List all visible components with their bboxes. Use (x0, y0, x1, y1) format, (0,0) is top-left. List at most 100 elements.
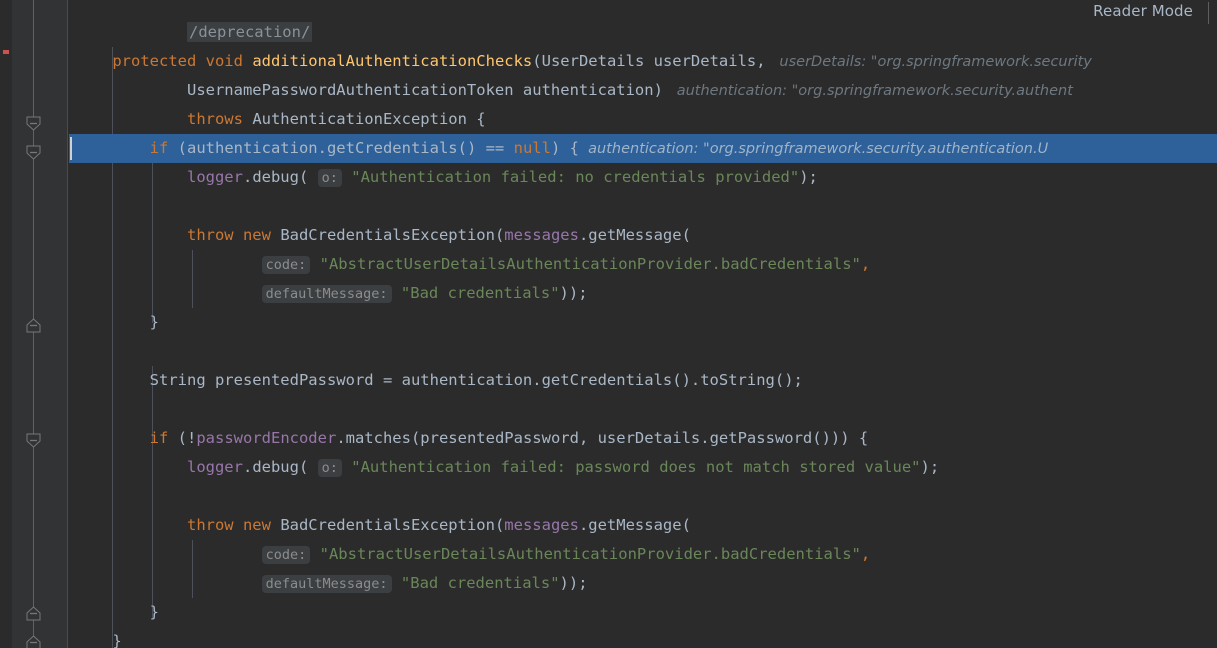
code-line-content: protected void additionalAuthenticationC… (69, 47, 766, 76)
code-token: ) { (550, 139, 579, 157)
editor-gutter[interactable] (12, 0, 68, 648)
fold-open-icon[interactable] (26, 145, 41, 160)
inlay-value-hint[interactable]: authentication: "org.springframework.sec… (663, 83, 1073, 99)
code-line[interactable]: code: "AbstractUserDetailsAuthentication… (69, 540, 1217, 569)
code-line[interactable] (69, 482, 1217, 511)
code-token: /deprecation/ (186, 22, 313, 42)
code-line-content: } (69, 627, 122, 648)
code-token: "Bad credentials" (400, 574, 560, 592)
code-token: UserDetails userDetails, (541, 52, 766, 70)
reader-mode-label[interactable]: Reader Mode (1093, 2, 1193, 20)
code-token: additionalAuthenticationChecks (252, 52, 533, 70)
code-token: "Authentication failed: no credentials p… (351, 168, 800, 186)
inlay-parameter-chip[interactable]: defaultMessage: (261, 285, 392, 303)
code-token: (! (177, 429, 197, 447)
code-line[interactable]: } (69, 598, 1217, 627)
code-line[interactable]: code: "AbstractUserDetailsAuthentication… (69, 250, 1217, 279)
code-token: (authentication.getCredentials() == (177, 139, 514, 157)
code-editor-window: /deprecation/ protected void additionalA… (0, 0, 1217, 648)
code-line-content: } (69, 308, 159, 337)
code-line[interactable]: defaultMessage: "Bad credentials")); (69, 279, 1217, 308)
code-token: logger (186, 458, 243, 476)
code-line[interactable]: logger.debug( o: "Authentication failed:… (69, 453, 1217, 482)
code-line[interactable]: } (69, 627, 1217, 648)
fold-close-icon[interactable] (26, 318, 41, 333)
code-line[interactable]: throws AuthenticationException { (69, 105, 1217, 134)
inlay-parameter-chip[interactable]: o: (317, 169, 342, 187)
code-token: if (149, 429, 178, 447)
code-line-content: logger.debug( o: "Authentication failed:… (69, 163, 818, 193)
code-line[interactable]: logger.debug( o: "Authentication failed:… (69, 163, 1217, 192)
code-line[interactable] (69, 395, 1217, 424)
fold-close-icon[interactable] (26, 606, 41, 621)
code-line[interactable] (69, 337, 1217, 366)
code-token: .debug( (242, 458, 309, 476)
inlay-value-hint[interactable]: userDetails: "org.springframework.securi… (766, 54, 1091, 70)
inlay-parameter-chip[interactable]: code: (261, 256, 311, 274)
code-token: )); (559, 284, 588, 302)
code-token: AuthenticationException { (252, 110, 486, 128)
code-token: throw new (186, 226, 281, 244)
code-token: passwordEncoder (196, 429, 337, 447)
code-line-content: if (authentication.getCredentials() == n… (69, 134, 579, 163)
code-line[interactable]: throw new BadCredentialsException(messag… (69, 511, 1217, 540)
fold-open-icon[interactable] (26, 433, 41, 448)
code-line[interactable]: throw new BadCredentialsException(messag… (69, 221, 1217, 250)
inlay-parameter-chip[interactable]: code: (261, 546, 311, 564)
code-token: } (75, 632, 122, 648)
code-line-content: defaultMessage: "Bad credentials")); (69, 279, 588, 309)
code-token: null (513, 139, 551, 157)
code-line-content: throw new BadCredentialsException(messag… (69, 511, 691, 540)
inlay-parameter-chip[interactable]: defaultMessage: (261, 575, 392, 593)
code-token: , (860, 545, 871, 563)
code-token: "AbstractUserDetailsAuthenticationProvid… (319, 545, 861, 563)
code-line[interactable]: if (!passwordEncoder.matches(presentedPa… (69, 424, 1217, 453)
code-token: .getMessage( (578, 516, 691, 534)
inlay-parameter-chip[interactable]: o: (317, 459, 342, 477)
code-token: } (75, 313, 159, 331)
code-line-content: } (69, 598, 159, 627)
code-line[interactable]: } (69, 308, 1217, 337)
code-token: "Bad credentials" (400, 284, 560, 302)
code-line[interactable]: defaultMessage: "Bad credentials")); (69, 569, 1217, 598)
code-line[interactable] (69, 192, 1217, 221)
code-token: } (75, 603, 159, 621)
code-token: if (149, 139, 178, 157)
code-token: "Authentication failed: password does no… (351, 458, 921, 476)
code-token: ); (920, 458, 940, 476)
code-line[interactable]: protected void additionalAuthenticationC… (69, 47, 1217, 76)
code-line-content: if (!passwordEncoder.matches(presentedPa… (69, 424, 869, 453)
fold-open-icon[interactable] (26, 116, 41, 131)
code-line[interactable]: /deprecation/ (69, 18, 1217, 47)
error-stripe-column[interactable] (0, 0, 12, 648)
error-stripe-mark[interactable] (3, 50, 9, 54)
reader-mode-separator (1208, 2, 1209, 24)
code-token: UsernamePasswordAuthenticationToken auth… (75, 81, 663, 99)
code-line[interactable]: UsernamePasswordAuthenticationToken auth… (69, 76, 1217, 105)
code-line-content: throw new BadCredentialsException(messag… (69, 221, 691, 250)
inlay-value-hint[interactable]: authentication: "org.springframework.sec… (579, 141, 1048, 157)
code-line-selected[interactable]: if (authentication.getCredentials() == n… (69, 134, 1217, 163)
editor-text-area[interactable]: /deprecation/ protected void additionalA… (69, 0, 1217, 648)
fold-close-icon[interactable] (26, 635, 41, 648)
code-line[interactable]: String presentedPassword = authenticatio… (69, 366, 1217, 395)
code-line-content: logger.debug( o: "Authentication failed:… (69, 453, 939, 483)
code-line-content: code: "AbstractUserDetailsAuthentication… (69, 250, 870, 280)
code-token: protected void (112, 52, 253, 70)
